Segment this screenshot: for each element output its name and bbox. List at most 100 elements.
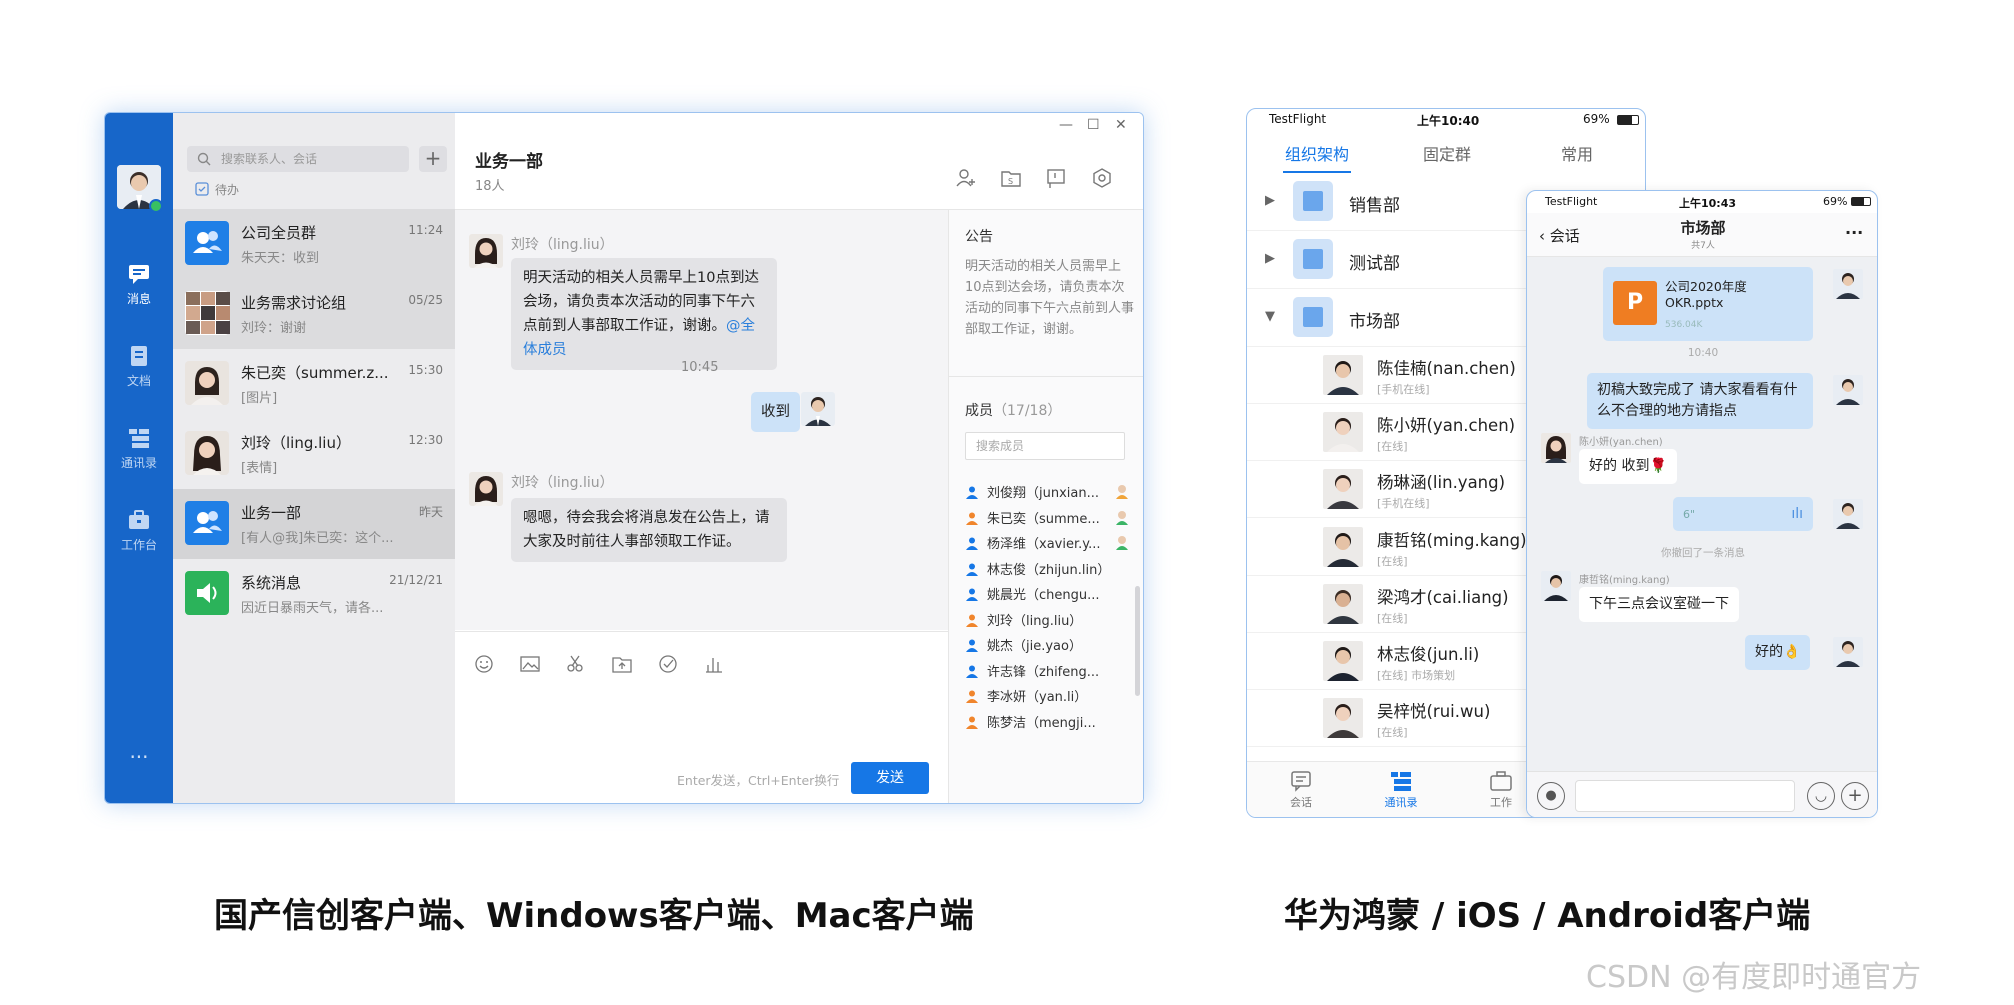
chat-title: 业务一部 <box>475 152 543 172</box>
caption-mobile: 华为鸿蒙 / iOS / Android客户端 <box>1284 896 1811 936</box>
voice-message[interactable]: 6" ılı <box>1673 497 1813 531</box>
member-item[interactable]: 许志锋（zhifeng... <box>965 661 1130 681</box>
todo-link[interactable]: 待办 <box>195 181 239 199</box>
minimize-icon[interactable]: — <box>1059 117 1073 133</box>
maximize-icon[interactable]: ☐ <box>1087 117 1100 133</box>
folder-icon[interactable]: S <box>1000 167 1022 189</box>
tab-frequent[interactable]: 常用 <box>1561 141 1593 165</box>
contact-status: [手机在线] <box>1377 383 1430 396</box>
microphone-icon[interactable]: ● <box>1537 782 1565 810</box>
briefcase-icon <box>1490 771 1512 791</box>
emoji-icon[interactable] <box>473 654 495 674</box>
member-item[interactable]: 刘玲（ling.liu） <box>965 610 1130 630</box>
input-area[interactable]: Enter发送，Ctrl+Enter换行 发送 <box>455 631 948 803</box>
admin-badge-icon <box>1116 485 1128 499</box>
conversation-item-active[interactable]: 业务一部 昨天 [有人@我]朱已奕：这个... <box>173 489 455 559</box>
tab-work[interactable]: 工作 <box>1473 770 1529 810</box>
tab-fixed-groups[interactable]: 固定群 <box>1423 141 1471 165</box>
conversation-item[interactable]: 公司全员群 11:24 朱天天：收到 <box>173 209 455 279</box>
more-icon[interactable]: ··· <box>105 745 173 769</box>
upload-folder-icon[interactable] <box>611 654 633 674</box>
conversation-item[interactable]: 刘玲（ling.liu） 12:30 [表情] <box>173 419 455 489</box>
voice-duration: 6" <box>1683 508 1696 521</box>
file-message[interactable]: P 公司2020年度OKR.pptx 536.04K <box>1603 267 1813 341</box>
contact-name: 康哲铭(ming.kang) <box>1377 530 1527 550</box>
conversation-preview: 刘玲：谢谢 <box>241 321 307 336</box>
conversation-list: 搜索联系人、会话 + 待办 公司全员群 11:24 朱天天：收到 业务需求讨论组… <box>173 113 455 803</box>
message-text: 收到 <box>761 404 790 420</box>
message-bubble[interactable]: 嗯嗯，待会我会将消息发在公告上，请大家及时前往人事部领取工作证。 <box>511 498 787 562</box>
member-search-input[interactable]: 搜索成员 <box>965 432 1125 460</box>
department-icon <box>1293 239 1333 279</box>
send-button[interactable]: 发送 <box>851 762 929 794</box>
checkbox-icon <box>195 182 209 196</box>
settings-icon[interactable] <box>1091 167 1113 189</box>
status-bar: TestFlight 上午10:40 69% <box>1247 109 1645 131</box>
message-timestamp: 10:45 <box>681 360 719 375</box>
conversation-preview: [有人@我]朱已奕：这个... <box>241 531 394 546</box>
conversation-item[interactable]: 系统消息 21/12/21 因近日暴雨天气，请各... <box>173 559 455 629</box>
close-icon[interactable]: ✕ <box>1115 117 1127 133</box>
member-count: 18人 <box>475 179 505 194</box>
battery-label: 69% <box>1583 112 1610 126</box>
conversation-name: 刘玲（ling.liu） <box>241 434 351 452</box>
input-bar: ● ◡ + <box>1527 771 1877 817</box>
rail-item-contacts[interactable]: 通讯录 <box>105 427 173 471</box>
conversation-name: 朱已奕（summer.z... <box>241 364 389 382</box>
image-icon[interactable] <box>519 654 541 674</box>
member-item[interactable]: 李冰妍（yan.li） <box>965 686 1130 706</box>
check-circle-icon[interactable] <box>657 654 679 674</box>
more-icon[interactable]: ··· <box>1845 223 1863 242</box>
tab-contacts[interactable]: 通讯录 <box>1373 770 1429 810</box>
tab-label: 会话 <box>1290 796 1312 809</box>
conversation-item[interactable]: 业务需求讨论组 05/25 刘玲：谢谢 <box>173 279 455 349</box>
scissors-icon[interactable] <box>565 654 587 674</box>
tab-conversations[interactable]: 会话 <box>1273 770 1329 810</box>
member-item[interactable]: 姚晨光（chengu... <box>965 584 1130 604</box>
rail-item-messages[interactable]: 消息 <box>105 263 173 307</box>
search-input[interactable]: 搜索联系人、会话 <box>187 146 409 172</box>
scrollbar[interactable] <box>1135 586 1140 696</box>
rail-item-workbench[interactable]: 工作台 <box>105 509 173 553</box>
contact-status: [在线] 市场策划 <box>1377 669 1456 682</box>
member-item[interactable]: 陈梦洁（mengji... <box>965 712 1130 732</box>
message-bubble[interactable]: 好的 收到🌹 <box>1579 449 1677 484</box>
add-icon[interactable]: + <box>1841 782 1869 810</box>
flag-icon[interactable] <box>1045 167 1067 189</box>
member-name: 姚杰（jie.yao） <box>987 639 1082 654</box>
desktop-client-window: 消息 文档 通讯录 工作台 ··· 搜索联系人、会话 + 待办 公司全员群 11… <box>104 112 1144 804</box>
member-item[interactable]: 刘俊翔（junxian... <box>965 482 1130 502</box>
person-icon <box>966 639 978 652</box>
conversation-name: 系统消息 <box>241 574 302 592</box>
contact-avatar <box>1323 526 1363 567</box>
tab-org[interactable]: 组织架构 <box>1285 141 1349 165</box>
message-bubble[interactable]: 下午三点会议室碰一下 <box>1579 587 1739 622</box>
chat-pane: — ☐ ✕ 业务一部 18人 S 刘玲（ling.liu） 明天活动的相关人员需… <box>455 113 1143 803</box>
message-area: 刘玲（ling.liu） 明天活动的相关人员需早上10点到达会场，请负责本次活动… <box>455 210 948 630</box>
conversation-item[interactable]: 朱已奕（summer.z... 15:30 [图片] <box>173 349 455 419</box>
message-bubble-mine[interactable]: 收到 <box>751 392 800 432</box>
sender-avatar <box>469 234 503 268</box>
add-member-icon[interactable] <box>955 167 977 189</box>
rail-item-docs[interactable]: 文档 <box>105 345 173 389</box>
clock: 上午10:40 <box>1417 114 1480 128</box>
contact-name: 杨琳涵(lin.yang) <box>1377 473 1506 493</box>
rail-label: 通讯录 <box>120 456 157 470</box>
bar-chart-icon[interactable] <box>703 654 725 674</box>
emoji-icon[interactable]: ◡ <box>1807 782 1835 810</box>
conversation-name: 公司全员群 <box>241 224 317 242</box>
member-item[interactable]: 林志俊（zhijun.lin） <box>965 559 1130 579</box>
message-bubble[interactable]: 明天活动的相关人员需早上10点到达会场，请负责本次活动的同事下午六点前到人事部取… <box>511 258 777 370</box>
caption-desktop: 国产信创客户端、Windows客户端、Mac客户端 <box>214 896 974 936</box>
member-item[interactable]: 朱已奕（summe... <box>965 508 1130 528</box>
chat-header: ‹ 会话 市场部 共7人 ··· <box>1527 213 1877 257</box>
member-item[interactable]: 杨泽维（xavier.y... <box>965 533 1130 553</box>
add-button[interactable]: + <box>419 146 447 172</box>
contact-name: 林志俊(jun.li) <box>1377 645 1480 664</box>
message-input[interactable] <box>1575 780 1795 812</box>
message-bubble-mine[interactable]: 好的👌 <box>1745 635 1811 670</box>
admin-badge-icon <box>1116 536 1128 550</box>
member-item[interactable]: 姚杰（jie.yao） <box>965 635 1130 655</box>
message-bubble-mine[interactable]: 初稿大致完成了 请大家看看有什么不合理的地方请指点 <box>1587 373 1813 429</box>
contact-name: 吴梓悦(rui.wu) <box>1377 702 1491 722</box>
